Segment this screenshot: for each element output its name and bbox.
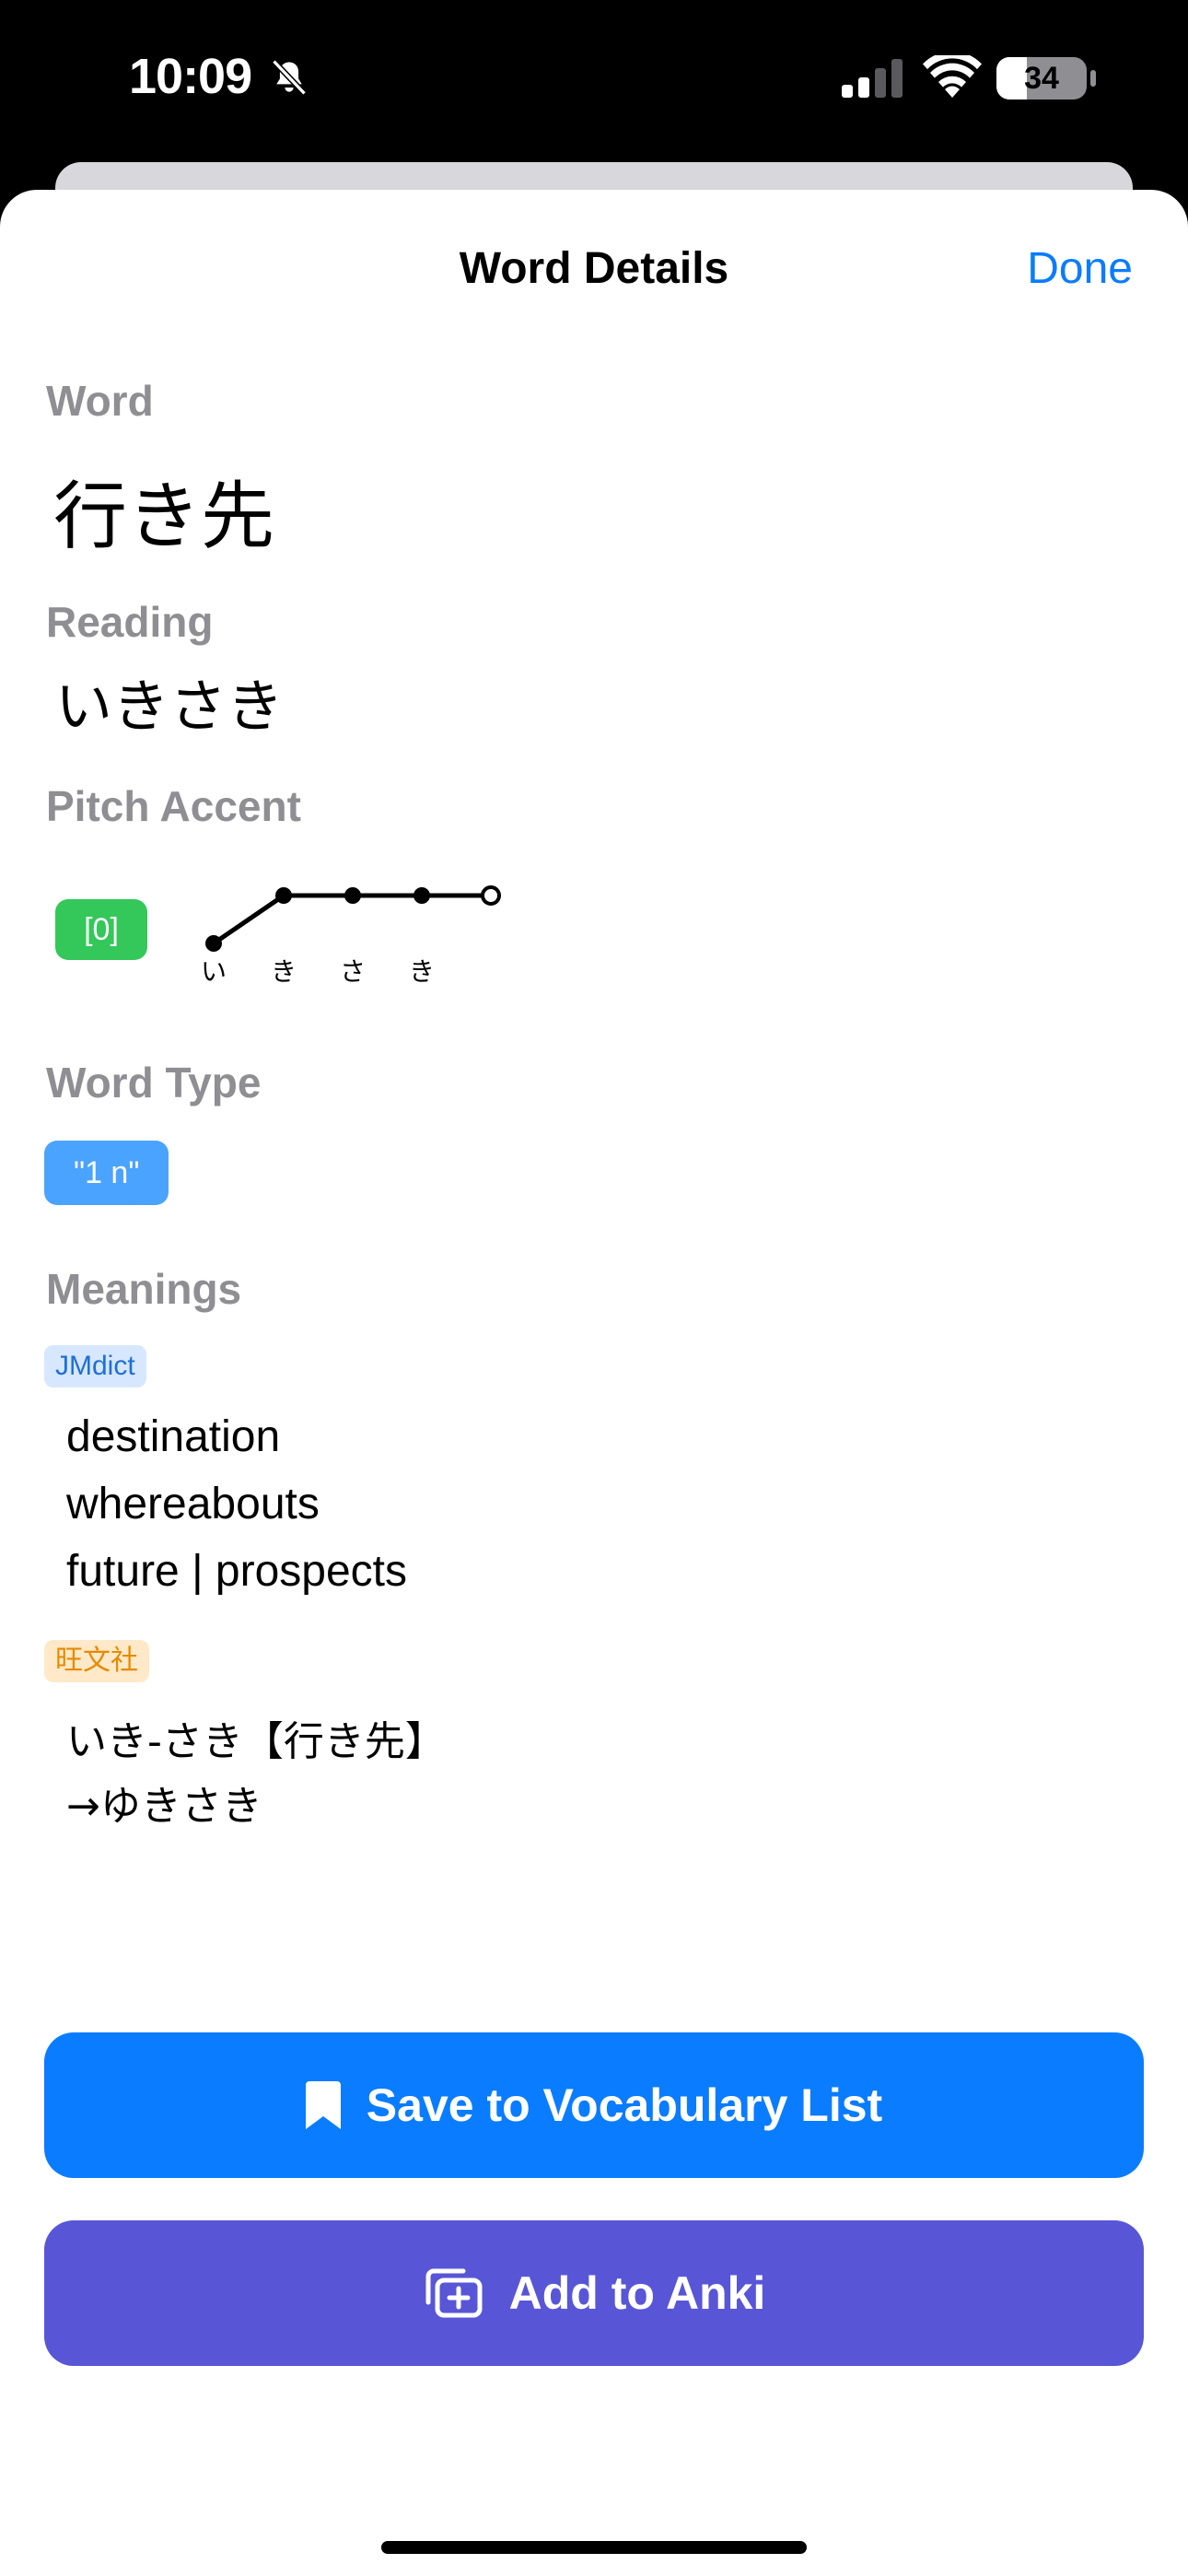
word-value: 行き先 [53,474,274,559]
bookmark-icon [305,2081,341,2129]
save-to-vocabulary-label: Save to Vocabulary List [366,2079,883,2131]
wifi-icon [923,51,982,106]
add-to-anki-label: Add to Anki [508,2267,766,2319]
reading-value: いきさき [55,673,285,740]
pitch-kana: い [201,956,227,987]
pitch-accent-graph: い き さ き [201,885,501,987]
source-tag-obunsha: 旺文社 [44,1640,149,1682]
pitch-accent-label: Pitch Accent [46,782,301,830]
reading-label: Reading [46,598,214,646]
home-indicator [381,2541,807,2554]
word-type-label: Word Type [46,1059,262,1107]
meaning-item: destination [66,1412,281,1461]
add-to-anki-button[interactable]: Add to Anki [44,2220,1144,2366]
meanings-label: Meanings [46,1265,242,1313]
save-to-vocabulary-button[interactable]: Save to Vocabulary List [44,2032,1144,2178]
meaning-item: いき-さき【行き先】 [66,1718,446,1765]
meaning-item: →ゆきさき [66,1783,262,1830]
battery-level: 34 [1024,61,1059,96]
status-bar: 10:09 34 [0,0,1188,166]
sheet-title: Word Details [459,244,729,293]
pitch-kana: き [409,956,435,987]
status-time: 10:09 [129,49,252,104]
meaning-item: future | prospects [66,1547,407,1596]
meaning-item: whereabouts [66,1480,320,1528]
battery-nub [1090,70,1096,87]
battery-icon: 34 [996,57,1087,100]
word-label: Word [46,377,154,425]
pitch-kana: さ [340,956,366,987]
pitch-mora-dot [205,935,222,952]
bell-slash-icon [269,57,309,102]
pitch-mora-dot [344,887,361,904]
pitch-accent-badge: [0] [55,899,147,960]
word-details-sheet: Word Details Done Word 行き先 Reading いきさき … [0,190,1188,2576]
pitch-kana: き [271,956,297,987]
add-card-icon [423,2267,483,2319]
pitch-mora-dot [413,887,430,904]
done-button[interactable]: Done [1027,243,1133,294]
word-type-tag: "1 n" [44,1141,169,1205]
pitch-particle-dot [481,885,501,906]
source-tag-jmdict: JMdict [44,1345,146,1388]
pitch-mora-dot [275,887,292,904]
cellular-signal-icon [840,57,906,104]
